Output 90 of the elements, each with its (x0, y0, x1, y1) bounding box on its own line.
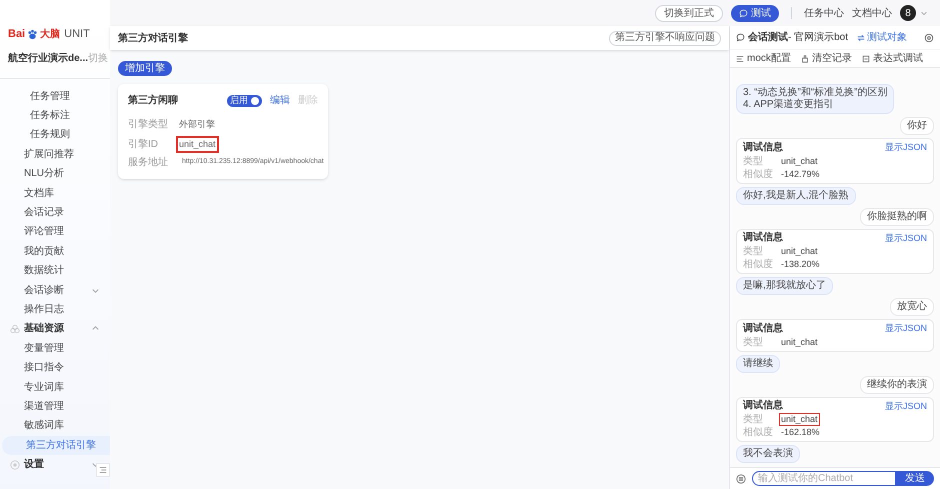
sidebar-group[interactable]: 基础资源 (24, 321, 87, 336)
chevron-icon[interactable] (920, 9, 928, 17)
chat-title: 会话测试- 官网演示bot (748, 30, 848, 45)
logo-text: 大脑 (40, 27, 60, 42)
message-text: 请继续 (743, 358, 773, 370)
show-json-link[interactable]: 显示JSON (884, 322, 927, 336)
debug-title: 调试信息 (743, 232, 783, 244)
field-label: 类型 (743, 414, 764, 425)
field-value: -138.20% (780, 258, 821, 271)
field-label: 引擎ID (128, 138, 159, 152)
show-json-link[interactable]: 显示JSON (884, 141, 927, 154)
message-text: 4. APP渠道变更指引 (743, 99, 835, 111)
sidebar-item[interactable]: 接口指令 (0, 358, 110, 378)
circles-icon (10, 324, 20, 334)
sidebar-item[interactable]: 会话诊断 (0, 280, 64, 300)
field-label: 服务地址 (128, 156, 168, 170)
user-message: 你好 (900, 117, 934, 135)
sidebar-item[interactable]: 数据统计 (0, 261, 110, 280)
sidebar-item[interactable]: 专业词库 (0, 377, 110, 397)
add-engine-button[interactable]: 增加引擎 (118, 61, 172, 76)
field-value: unit_chat (780, 154, 819, 168)
sidebar-item[interactable]: 评论管理 (0, 222, 110, 242)
card-title: 第三方闲聊 (128, 93, 179, 108)
debug-title: 调试信息 (743, 142, 783, 154)
help-button[interactable]: 第三方引擎不响应问题 (609, 30, 721, 46)
page-title: 第三方对话引擎 (118, 31, 188, 46)
field-value: unit_chat (779, 413, 820, 426)
toolbar-button[interactable]: 表达式调试 (862, 51, 923, 66)
product-name: UNIT (64, 27, 90, 42)
avatar[interactable]: 8 (900, 5, 916, 21)
field-value: unit_chat (780, 336, 819, 348)
show-json-link[interactable]: 显示JSON (884, 400, 927, 413)
collapse-button[interactable] (96, 463, 110, 477)
toolbar-button[interactable]: mock配置 (736, 51, 791, 66)
nav-link[interactable]: 文档中心 (852, 6, 892, 20)
sidebar-item[interactable]: 文档库 (0, 183, 110, 203)
field-label: 类型 (743, 156, 764, 166)
chat-bubble-icon (736, 33, 745, 42)
send-button[interactable]: 发送 (896, 471, 934, 486)
sidebar-item[interactable]: 我的贡献 (0, 242, 110, 262)
chat-bubble-icon (739, 8, 748, 18)
debug-title: 调试信息 (743, 322, 783, 335)
target-link[interactable]: 测试对象 (857, 30, 908, 45)
message-text: 你好,我是新人,混个脸熟 (743, 190, 849, 202)
menu-icon (99, 466, 107, 474)
square-icon (862, 54, 870, 62)
field-value: unit_chat (780, 245, 819, 258)
sidebar-item[interactable]: 会话记录 (0, 202, 110, 222)
project-name: 航空行业演示de... (8, 51, 88, 66)
field-label: 类型 (743, 336, 764, 348)
field-label: 相似度 (743, 427, 773, 438)
debug-title: 调试信息 (743, 400, 783, 412)
message-text: 是嘛,那我就放心了 (743, 280, 826, 292)
switch-button[interactable]: 切换到正式 (655, 4, 723, 22)
sidebar-item[interactable]: 敏感词库 (0, 416, 110, 436)
sidebar-group[interactable]: 设置 (24, 457, 87, 472)
field-label: 相似度 (743, 259, 773, 270)
sidebar-item[interactable]: 任务规则 (0, 125, 110, 145)
sidebar-item[interactable]: NLU分析 (0, 164, 110, 184)
user-message: 你脸挺熟的啊 (860, 208, 934, 226)
toggle-switch[interactable]: 启用 (227, 94, 262, 106)
sidebar-item[interactable]: 第三方对话引擎 (2, 436, 110, 455)
sidebar-item[interactable]: 渠道管理 (0, 396, 110, 416)
menu-icon[interactable] (736, 472, 746, 484)
user-message: 放宽心 (890, 298, 934, 316)
toolbar-button[interactable]: 清空记录 (800, 51, 852, 66)
action-link[interactable]: 编辑 (270, 93, 290, 108)
user-message: 继续你的表演 (860, 376, 934, 394)
chat-input[interactable]: 输入测试你的Chatbot (752, 471, 896, 486)
field-label: 引擎类型 (128, 118, 169, 132)
message-text: 3. “动态兑换”和“标准兑换”的区别 (743, 87, 888, 98)
sidebar-item[interactable]: 扩展问推荐 (0, 144, 110, 164)
sidebar-item[interactable]: 变量管理 (0, 338, 110, 358)
field-label: 相似度 (743, 168, 773, 180)
test-button[interactable]: 测试 (731, 4, 779, 22)
field-value: -142.79% (780, 168, 821, 180)
field-label: 类型 (743, 246, 764, 257)
paw-icon (27, 28, 38, 40)
message-text: 我不会表演 (743, 448, 793, 460)
swap-icon (857, 34, 866, 42)
sidebar-item[interactable]: 操作日志 (0, 300, 110, 320)
field-value: unit_chat (176, 136, 219, 153)
field-value: 外部引擎 (178, 118, 216, 131)
settings-icon[interactable] (924, 32, 934, 42)
show-json-link[interactable]: 显示JSON (884, 232, 927, 245)
sidebar-item[interactable]: 任务管理 (0, 86, 110, 106)
logo-text: Bai (8, 27, 26, 42)
field-value: -162.18% (780, 426, 821, 439)
sidebar-item[interactable]: 任务标注 (0, 106, 110, 126)
nav-link[interactable]: 任务中心 (804, 6, 844, 20)
